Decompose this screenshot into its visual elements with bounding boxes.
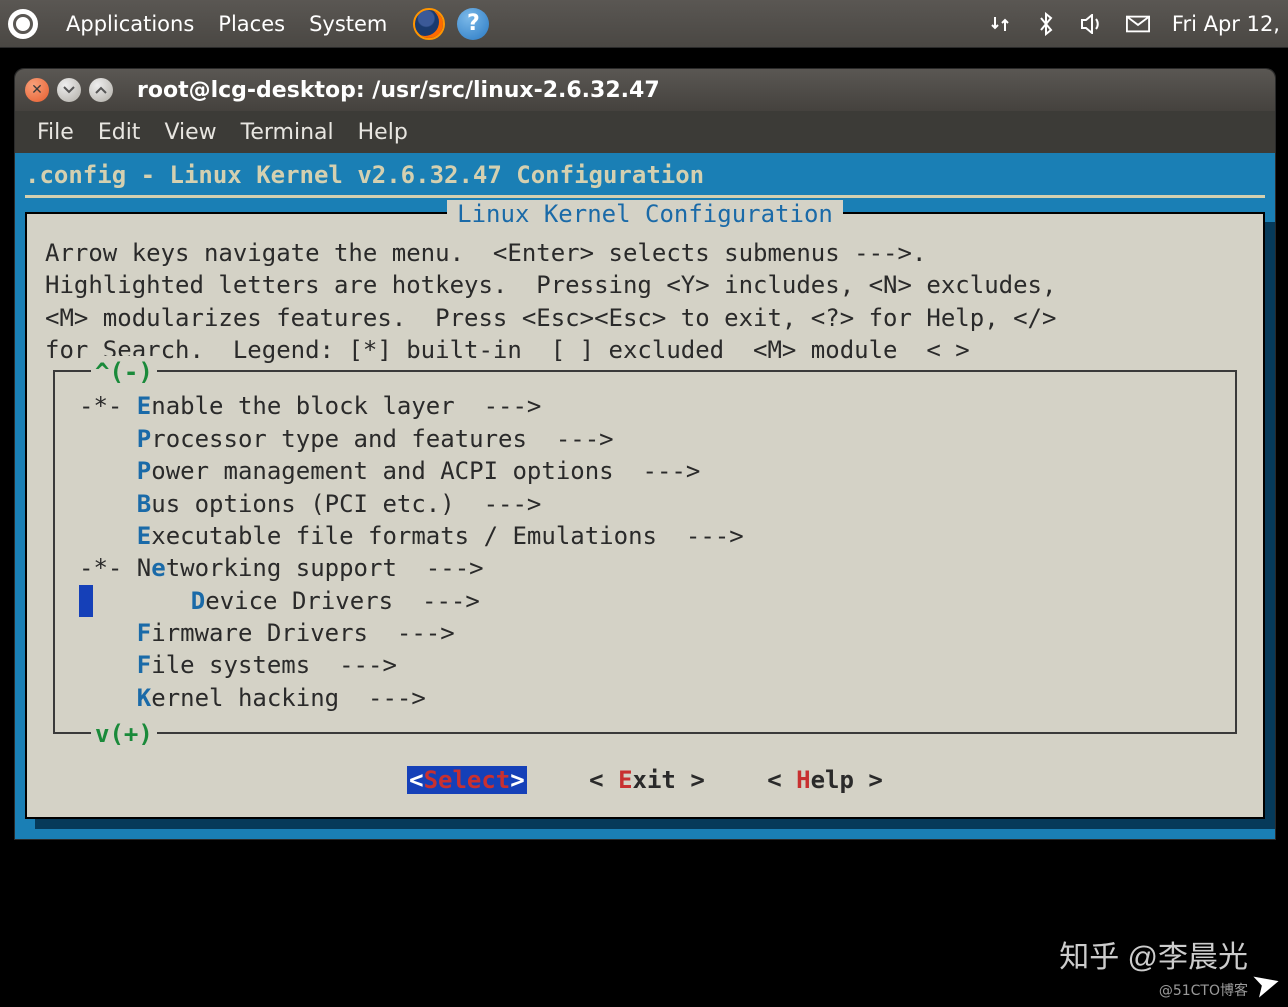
menu-system[interactable]: System [299,8,397,40]
menu-places[interactable]: Places [208,8,295,40]
menu-item-0[interactable]: -*- Enable the block layer ---> [79,390,1211,422]
panel-menu: Applications Places System [56,8,397,40]
scroll-up-indicator: ^(-) [91,356,157,388]
menu-item-4[interactable]: Executable file formats / Emulations ---… [79,520,1211,552]
gnome-panel: Applications Places System ? Fri Apr 12, [0,0,1288,48]
watermark-subtext: @51CTO博客 [1159,980,1248,1000]
menu-file[interactable]: File [27,116,84,149]
dialog-title: Linux Kernel Configuration [45,198,1245,230]
menu-help[interactable]: Help [348,116,418,149]
firefox-icon[interactable] [413,8,445,40]
mail-icon[interactable] [1126,12,1150,36]
panel-tray: Fri Apr 12, [988,12,1280,36]
menu-view[interactable]: View [154,116,226,149]
cursor-icon: ➤ [1247,961,1285,1007]
minimize-icon[interactable] [57,78,81,102]
volume-icon[interactable] [1080,12,1104,36]
close-icon[interactable]: ✕ [25,78,49,102]
window-title: root@lcg-desktop: /usr/src/linux-2.6.32.… [137,78,660,103]
menu-item-1[interactable]: Processor type and features ---> [79,423,1211,455]
menu-item-7[interactable]: Firmware Drivers ---> [79,617,1211,649]
menuconfig-dialog: Linux Kernel Configuration Arrow keys na… [25,212,1265,818]
menu-item-5[interactable]: -*- Networking support ---> [79,552,1211,584]
config-header: .config - Linux Kernel v2.6.32.47 Config… [15,153,1275,195]
help-button[interactable]: < Help > [767,766,883,794]
help-text-line2: Highlighted letters are hotkeys. Pressin… [45,269,1245,301]
menu-item-9[interactable]: Kernel hacking ---> [79,682,1211,714]
menu-item-2[interactable]: Power management and ACPI options ---> [79,455,1211,487]
menu-frame: ^(-) -*- Enable the block layer ---> Pro… [53,370,1237,734]
maximize-icon[interactable] [89,78,113,102]
help-text-line4: for Search. Legend: [*] built-in [ ] exc… [45,334,1245,366]
terminal-window: ✕ root@lcg-desktop: /usr/src/linux-2.6.3… [14,68,1276,840]
network-icon[interactable] [988,12,1012,36]
help-text-line3: <M> modularizes features. Press <Esc><Es… [45,302,1245,334]
help-icon[interactable]: ? [457,8,489,40]
terminal-menubar: File Edit View Terminal Help [15,111,1275,153]
menu-terminal[interactable]: Terminal [231,116,344,149]
ubuntu-logo-icon[interactable] [8,9,38,39]
panel-launchers: ? [413,8,489,40]
dialog-buttons: <Select> < Exit > < Help > [45,764,1245,796]
select-button[interactable]: <Select> [407,766,527,794]
bluetooth-icon[interactable] [1034,12,1058,36]
menu-item-8[interactable]: File systems ---> [79,649,1211,681]
terminal-content[interactable]: .config - Linux Kernel v2.6.32.47 Config… [15,153,1275,839]
menu-list[interactable]: -*- Enable the block layer ---> Processo… [55,384,1235,720]
watermark-text: 知乎 @李晨光 [1059,932,1248,976]
menu-item-3[interactable]: Bus options (PCI etc.) ---> [79,488,1211,520]
menu-item-6[interactable]: Device Drivers ---> [79,585,1211,617]
help-text-line1: Arrow keys navigate the menu. <Enter> se… [45,237,1245,269]
exit-button[interactable]: < Exit > [589,766,705,794]
scroll-down-indicator: v(+) [91,718,157,750]
menu-edit[interactable]: Edit [88,116,151,149]
menu-applications[interactable]: Applications [56,8,204,40]
window-titlebar[interactable]: ✕ root@lcg-desktop: /usr/src/linux-2.6.3… [15,69,1275,111]
clock[interactable]: Fri Apr 12, [1172,12,1280,36]
